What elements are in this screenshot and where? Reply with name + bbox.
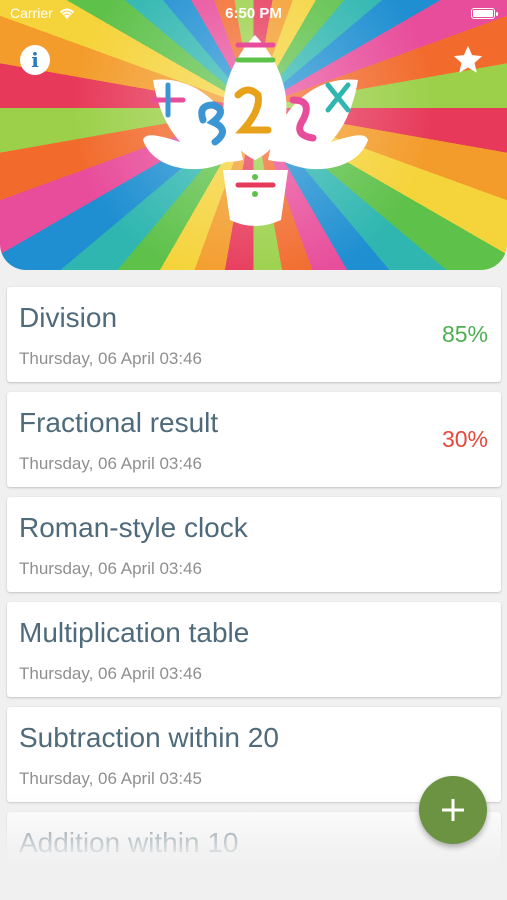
plus-icon	[442, 799, 464, 821]
exercise-card[interactable]: Roman-style clock Thursday, 06 April 03:…	[7, 497, 501, 592]
exercise-date: Thursday, 06 April 03:46	[19, 664, 203, 683]
exercise-card[interactable]: Division Thursday, 06 April 03:46 85%	[7, 287, 501, 382]
exercise-title: Roman-style clock	[19, 512, 248, 543]
exercise-score: 85%	[441, 321, 488, 347]
exercise-title: Fractional result	[19, 407, 219, 438]
status-time: 6:50 PM	[225, 4, 282, 22]
battery-icon	[471, 8, 498, 19]
exercise-card[interactable]: Fractional result Thursday, 06 April 03:…	[7, 392, 501, 487]
exercise-title: Subtraction within 20	[19, 722, 279, 753]
exercise-title: Multiplication table	[19, 617, 250, 648]
exercise-date: Thursday, 06 April 03:46	[19, 454, 203, 473]
exercise-card[interactable]: Multiplication table Thursday, 06 April …	[7, 602, 501, 697]
math-lotus-logo	[143, 35, 368, 226]
exercise-title: Division	[19, 302, 118, 333]
header-banner	[0, 0, 507, 270]
exercise-score: 30%	[441, 426, 488, 452]
exercise-date: Thursday, 06 April 03:46	[19, 349, 203, 368]
exercise-title: Addition within 10	[19, 827, 239, 858]
info-icon[interactable]: i	[20, 45, 50, 75]
exercise-date: Thursday, 06 April 03:46	[19, 559, 203, 578]
add-exercise-button[interactable]	[419, 776, 487, 844]
exercise-date: Thursday, 06 April 03:45	[19, 769, 203, 788]
status-bar: Carrier 6:50 PM	[0, 0, 507, 26]
star-icon[interactable]	[451, 43, 485, 77]
